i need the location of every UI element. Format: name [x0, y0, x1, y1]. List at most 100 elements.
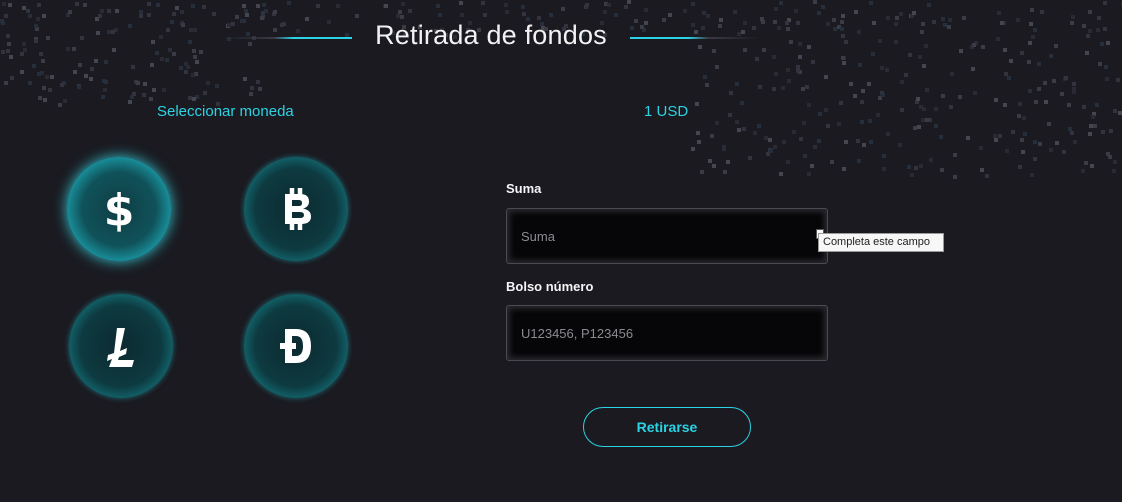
pixel-dot	[934, 107, 938, 111]
pixel-dot	[242, 4, 246, 8]
pixel-dot	[1052, 79, 1056, 83]
pixel-dot	[383, 4, 387, 8]
rate-label: 1 USD	[644, 103, 689, 120]
pixel-dot	[737, 128, 741, 132]
pixel-dot	[854, 10, 858, 14]
amount-input[interactable]	[506, 208, 828, 264]
pixel-dot	[882, 167, 886, 171]
pixel-dot	[143, 82, 147, 86]
pixel-dot	[32, 64, 36, 68]
pixel-dot	[921, 118, 925, 122]
pixel-dot	[796, 69, 800, 73]
coin-dollar-button[interactable]: $	[67, 157, 171, 261]
dollar-icon: $	[104, 185, 135, 235]
pixel-dot	[728, 113, 732, 117]
pixel-dot	[966, 136, 970, 140]
pixel-dot	[1007, 76, 1011, 80]
pixel-dot	[149, 97, 153, 101]
pixel-dot	[256, 4, 260, 8]
pixel-dot	[869, 140, 873, 144]
pixel-dot	[792, 130, 796, 134]
bitcoin-icon	[285, 188, 311, 230]
pixel-dot	[821, 5, 825, 9]
pixel-dot	[683, 9, 687, 13]
pixel-dot	[818, 112, 822, 116]
pixel-dot	[900, 108, 904, 112]
pixel-dot	[786, 160, 790, 164]
pixel-dot	[131, 65, 135, 69]
pixel-dot	[973, 91, 977, 95]
pixel-dot	[37, 72, 41, 76]
pixel-dot	[505, 10, 509, 14]
pixel-dot	[1018, 165, 1022, 169]
pixel-dot	[735, 120, 739, 124]
pixel-dot	[1092, 112, 1096, 116]
pixel-dot	[794, 9, 798, 13]
pixel-dot	[914, 166, 918, 170]
pixel-dot	[4, 81, 8, 85]
pixel-dot	[1112, 169, 1116, 173]
pixel-dot	[844, 140, 848, 144]
pixel-dot	[997, 11, 1001, 15]
pixel-dot	[729, 91, 733, 95]
withdraw-button[interactable]: Retirarse	[583, 407, 751, 447]
pixel-dot	[89, 77, 93, 81]
pixel-dot	[100, 9, 104, 13]
pixel-dot	[186, 65, 190, 69]
pixel-dot	[803, 154, 807, 158]
pixel-dot	[1089, 124, 1093, 128]
pixel-dot	[184, 62, 188, 66]
pixel-dot	[958, 95, 962, 99]
pixel-dot	[998, 134, 1002, 138]
pixel-dot	[1023, 132, 1027, 136]
pixel-dot	[1003, 103, 1007, 107]
pixel-dot	[1106, 152, 1110, 156]
pixel-dot	[748, 156, 752, 160]
pixel-dot	[939, 135, 943, 139]
pixel-dot	[1055, 141, 1059, 145]
pixel-dot	[824, 75, 828, 79]
pixel-dot	[1072, 82, 1076, 86]
pixel-dot	[1043, 81, 1047, 85]
coin-dogecoin-button[interactable]	[244, 294, 348, 398]
pixel-dot	[68, 10, 72, 14]
coin-litecoin-button[interactable]	[69, 294, 173, 398]
litecoin-icon	[107, 328, 134, 367]
pixel-dot	[184, 70, 188, 74]
pixel-dot	[1030, 173, 1034, 177]
pixel-dot	[934, 124, 938, 128]
pixel-dot	[1093, 124, 1097, 128]
pixel-dot	[941, 94, 945, 98]
pixel-dot	[733, 10, 737, 14]
pixel-dot	[949, 105, 953, 109]
pixel-dot	[691, 2, 695, 6]
pixel-dot	[817, 11, 821, 15]
pixel-dot	[627, 0, 631, 4]
pixel-dot	[20, 70, 24, 74]
pixel-dot	[195, 95, 199, 99]
pixel-dot	[1095, 103, 1099, 107]
pixel-dot	[1068, 127, 1072, 131]
pixel-dot	[740, 101, 744, 105]
pixel-dot	[459, 1, 463, 5]
pixel-dot	[1103, 1, 1107, 5]
pixel-dot	[917, 125, 921, 129]
pixel-dot	[697, 140, 701, 144]
wallet-label: Bolso número	[506, 279, 594, 294]
pixel-dot	[826, 124, 830, 128]
wallet-input[interactable]	[506, 305, 828, 361]
pixel-dot	[922, 64, 926, 68]
pixel-dot	[994, 138, 998, 142]
pixel-dot	[757, 124, 761, 128]
pixel-dot	[922, 107, 926, 111]
pixel-dot	[768, 138, 772, 142]
pixel-dot	[90, 67, 94, 71]
pixel-dot	[1063, 77, 1067, 81]
pixel-dot	[919, 164, 923, 168]
pixel-dot	[152, 88, 156, 92]
pixel-dot	[768, 148, 772, 152]
pixel-dot	[1018, 102, 1022, 106]
pixel-dot	[994, 98, 998, 102]
coin-bitcoin-button[interactable]	[244, 157, 348, 261]
pixel-dot	[885, 68, 889, 72]
